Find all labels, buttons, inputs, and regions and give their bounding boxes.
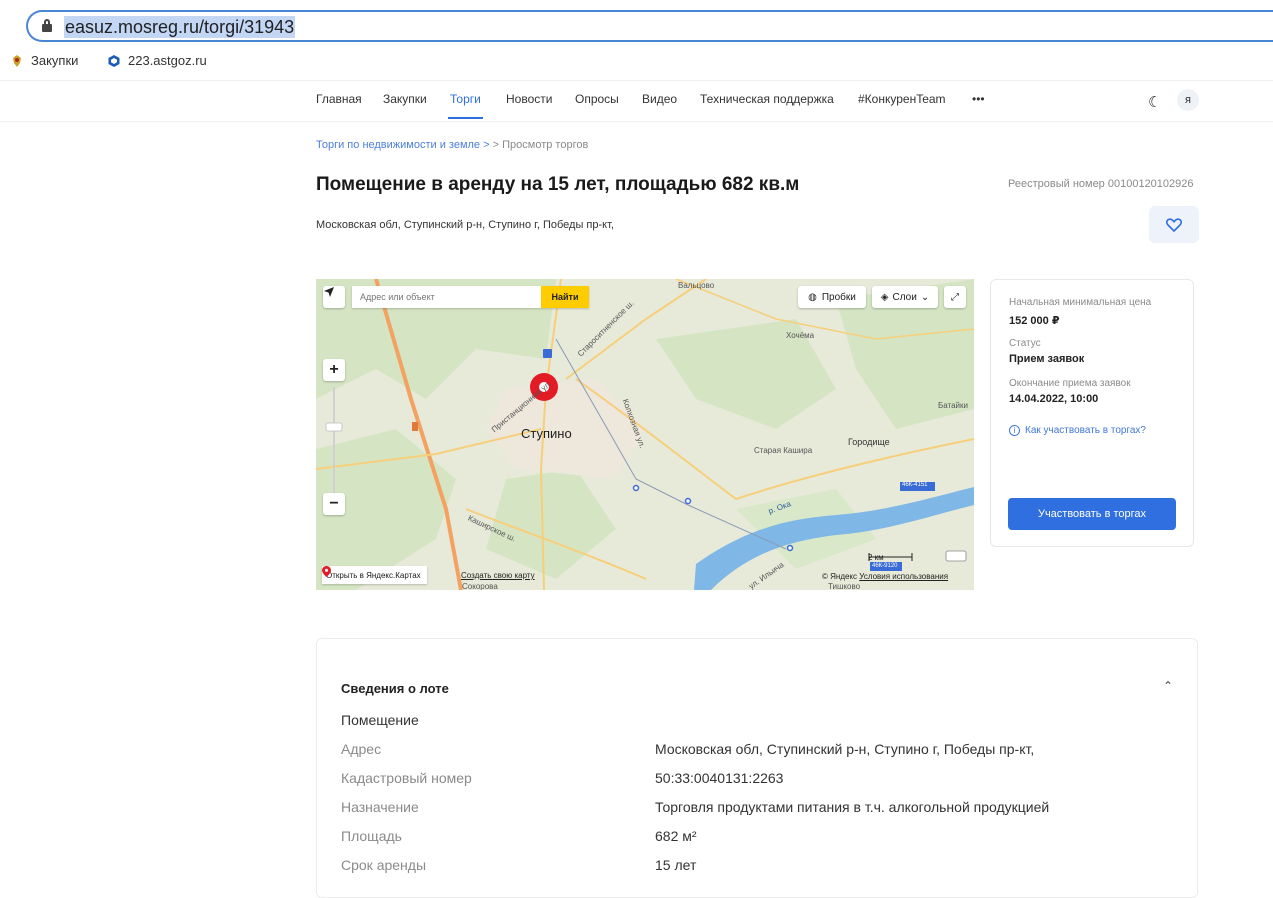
traffic-icon: ◍ xyxy=(808,291,817,303)
nav-item-support[interactable]: Техническая поддержка xyxy=(700,92,834,106)
lot-row-key: Срок аренды xyxy=(341,857,427,873)
bookmark-label: 223.astgoz.ru xyxy=(128,53,207,68)
map-place: Сокорова xyxy=(462,582,498,590)
terms-link[interactable]: Условия использования xyxy=(859,572,948,581)
layers-label: Слои xyxy=(892,291,917,303)
favorite-button[interactable] xyxy=(1149,206,1199,243)
layers-button[interactable]: ◈ Слои ⌄ xyxy=(872,286,938,308)
road-badge: 46К-4151 xyxy=(902,482,928,488)
lot-row-key: Назначение xyxy=(341,799,419,815)
page-title: Помещение в аренду на 15 лет, площадью 6… xyxy=(316,174,800,195)
nav-item-purchases[interactable]: Закупки xyxy=(383,92,427,106)
lock-icon xyxy=(42,19,52,32)
nav-item-auctions[interactable]: Торги xyxy=(450,92,481,106)
bookmark-astgoz[interactable]: 223.astgoz.ru xyxy=(107,53,207,68)
chevron-up-icon[interactable]: ⌃ xyxy=(1163,679,1173,693)
open-in-yandex-label: Открыть в Яндекс.Картах xyxy=(326,570,421,580)
breadcrumb-current: Просмотр торгов xyxy=(502,139,589,151)
open-in-yandex-maps[interactable]: Открыть в Яндекс.Картах xyxy=(322,566,427,584)
map-place: Батайки xyxy=(938,401,968,410)
nav-item-konkurenteam[interactable]: #КонкуренTeam xyxy=(858,92,946,106)
road-badge: 46К-9120 xyxy=(872,563,898,569)
map-copyright: © Яндекс Условия использования xyxy=(822,572,948,581)
geolocation-button[interactable] xyxy=(323,286,345,308)
divider xyxy=(0,121,1273,122)
map-city-label: Ступино xyxy=(521,426,572,441)
breadcrumb-link[interactable]: Торги по недвижимости и земле xyxy=(316,139,480,151)
map-place: Старая Кашира xyxy=(754,446,813,455)
nav-more[interactable]: ••• xyxy=(972,92,985,106)
map-search: Найти xyxy=(352,286,589,308)
lot-row-key: Кадастровый номер xyxy=(341,770,472,786)
breadcrumb-separator: > xyxy=(492,139,500,151)
map-place: Хочёма xyxy=(786,331,815,340)
divider xyxy=(0,80,1273,81)
emblem-icon xyxy=(13,54,21,67)
object-address: Московская обл, Ступинский р-н, Ступино … xyxy=(316,219,614,231)
map-pin-icon xyxy=(322,566,331,577)
bookmark-label: Закупки xyxy=(31,53,79,68)
map-canvas xyxy=(316,279,974,590)
lot-row-value: 682 м² xyxy=(655,828,697,844)
breadcrumb-separator: > xyxy=(483,139,490,151)
url-text[interactable]: easuz.mosreg.ru/torgi/31943 xyxy=(64,16,296,38)
bookmarks-bar: Закупки 223.astgoz.ru xyxy=(0,50,1273,74)
create-map-link[interactable]: Создать свою карту xyxy=(461,571,535,580)
lot-type: Помещение xyxy=(341,712,419,728)
bookmark-zakupki[interactable]: Закупки xyxy=(10,53,78,68)
nav-item-news[interactable]: Новости xyxy=(506,92,552,106)
registry-number: Реестровый номер 00100120102926 xyxy=(1008,178,1194,190)
map-place: Тишково xyxy=(828,582,861,590)
active-tab-indicator xyxy=(448,117,483,119)
traffic-label: Пробки xyxy=(821,291,856,303)
map-scale: 2 км xyxy=(868,553,884,562)
lot-row-value: 15 лет xyxy=(655,857,697,873)
breadcrumb: Торги по недвижимости и земле > > Просмо… xyxy=(316,139,588,151)
moon-icon[interactable]: ☾ xyxy=(1148,93,1161,111)
layers-icon: ◈ xyxy=(880,291,889,303)
zoom-out-button[interactable]: − xyxy=(323,493,345,515)
end-date-label: Окончание приема заявок xyxy=(1009,378,1131,389)
end-date-value: 14.04.2022, 10:00 xyxy=(1009,393,1099,405)
how-to-participate-link[interactable]: i Как участвовать в торгах? xyxy=(1009,425,1146,436)
info-icon: i xyxy=(1009,425,1020,436)
lot-row-value: Московская обл, Ступинский р-н, Ступино … xyxy=(655,741,1035,757)
heart-icon xyxy=(1166,217,1182,232)
nav-item-video[interactable]: Видео xyxy=(642,92,677,106)
address-bar[interactable]: easuz.mosreg.ru/torgi/31943 xyxy=(26,10,1273,42)
nav-item-home[interactable]: Главная xyxy=(316,92,362,106)
map-search-input[interactable] xyxy=(352,286,532,308)
lot-row-key: Площадь xyxy=(341,828,402,844)
chevron-down-icon: ⌄ xyxy=(920,291,930,303)
nav-item-polls[interactable]: Опросы xyxy=(575,92,619,106)
hex-logo-icon xyxy=(108,54,120,67)
lot-details-panel: Сведения о лоте ⌃ Помещение Адрес Москов… xyxy=(316,638,1198,898)
traffic-button[interactable]: ◍ Пробки xyxy=(798,286,866,308)
status-label: Статус xyxy=(1009,338,1041,349)
lot-row-value: Торговля продуктами питания в т.ч. алког… xyxy=(655,799,1050,815)
price-value: 152 000 ₽ xyxy=(1009,315,1060,327)
user-icon[interactable]: ᴙ xyxy=(1177,89,1199,111)
price-label: Начальная минимальная цена xyxy=(1009,297,1152,308)
map-find-button[interactable]: Найти xyxy=(541,286,589,308)
lot-row-key: Адрес xyxy=(341,741,382,757)
locate-arrow-icon xyxy=(324,287,334,297)
copyright-text: © Яндекс xyxy=(822,572,858,581)
how-to-participate-label: Как участвовать в торгах? xyxy=(1025,425,1146,436)
fullscreen-button[interactable]: ⤢ xyxy=(944,286,966,308)
lot-row-value: 50:33:0040131:2263 xyxy=(655,770,784,786)
status-value: Прием заявок xyxy=(1009,353,1085,365)
map-place: Вальцово xyxy=(678,281,715,290)
lot-heading: Сведения о лоте xyxy=(341,681,449,696)
expand-icon: ⤢ xyxy=(951,291,959,303)
yandex-map[interactable]: Найти ◍ Пробки ◈ Слои ⌄ ⤢ + − Вальцово Х… xyxy=(316,279,974,590)
participate-button[interactable]: Участвовать в торгах xyxy=(1008,498,1176,530)
map-place: Городище xyxy=(848,437,890,447)
zoom-in-button[interactable]: + xyxy=(323,359,345,381)
auction-info-card: Начальная минимальная цена 152 000 ₽ Ста… xyxy=(990,279,1194,547)
